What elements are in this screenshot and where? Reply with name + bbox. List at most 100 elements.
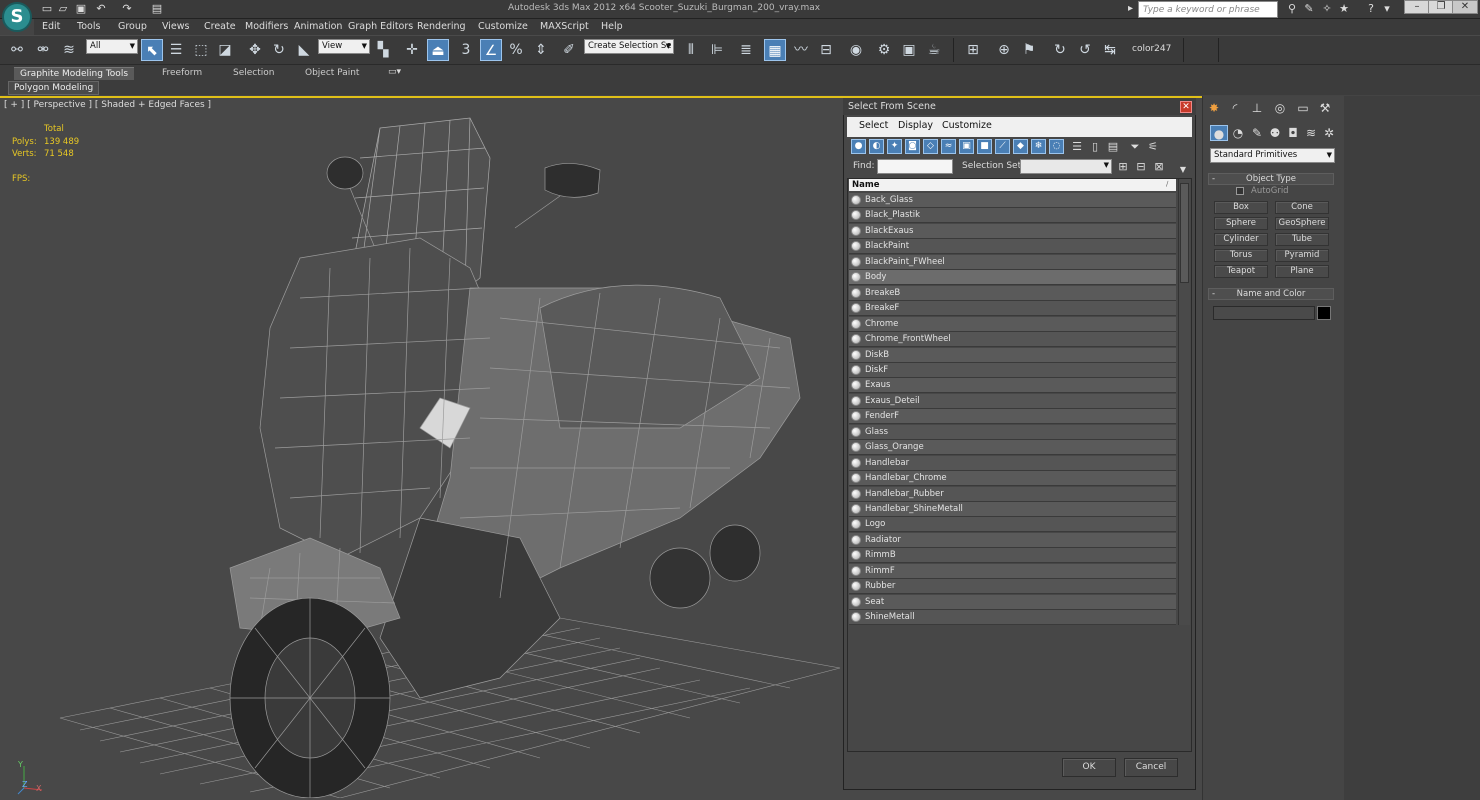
list-item[interactable]: BlackExaus	[849, 223, 1176, 239]
snaps-toggle-icon[interactable]: 3	[455, 39, 477, 61]
modify-panel-icon[interactable]: ◜	[1226, 100, 1244, 116]
shapes-category-icon[interactable]: ◔	[1229, 125, 1247, 141]
script-tool-5-icon[interactable]: ↺	[1074, 39, 1096, 61]
list-item[interactable]: Exaus	[849, 378, 1176, 394]
selection-set-edit-icon[interactable]: ⊟	[1134, 159, 1148, 174]
cylinder-button[interactable]: Cylinder	[1214, 233, 1268, 246]
list-item[interactable]: Glass	[849, 424, 1176, 440]
filter-cameras-icon[interactable]: ◙	[905, 139, 920, 154]
favorites-icon[interactable]: ✧	[1320, 2, 1334, 16]
tab-graphite-modeling-tools[interactable]: Graphite Modeling Tools	[14, 67, 135, 80]
cameras-category-icon[interactable]: ⚉	[1266, 125, 1284, 141]
bind-space-warp-icon[interactable]: ≋	[58, 39, 80, 61]
create-panel-icon[interactable]: ✸	[1205, 100, 1223, 116]
list-item[interactable]: Rubber	[849, 579, 1176, 595]
torus-button[interactable]: Torus	[1214, 249, 1268, 262]
list-item[interactable]: RimmF	[849, 563, 1176, 579]
filter-helpers-icon[interactable]: ◇	[923, 139, 938, 154]
filter-hidden-icon[interactable]: ◌	[1049, 139, 1064, 154]
menu-edit[interactable]: Edit	[42, 21, 60, 32]
tube-button[interactable]: Tube	[1275, 233, 1329, 246]
script-tool-6-icon[interactable]: ↹	[1099, 39, 1121, 61]
helpers-category-icon[interactable]: ◘	[1284, 125, 1302, 141]
select-object-icon[interactable]: ⬉	[141, 39, 163, 61]
reference-coordinate-dropdown[interactable]: View ▼	[318, 39, 370, 54]
layer-manager-icon[interactable]: ≣	[735, 39, 757, 61]
list-item[interactable]: FenderF	[849, 409, 1176, 425]
menu-group[interactable]: Group	[118, 21, 147, 32]
rendered-frame-window-icon[interactable]: ▣	[898, 39, 920, 61]
script-tool-4-icon[interactable]: ↻	[1049, 39, 1071, 61]
list-item[interactable]: Glass_Orange	[849, 440, 1176, 456]
display-invert-icon[interactable]: ▤	[1106, 139, 1120, 154]
utilities-panel-icon[interactable]: ⚒	[1316, 100, 1334, 116]
list-item[interactable]: Body	[849, 270, 1176, 286]
object-name-input[interactable]	[1213, 306, 1315, 320]
list-item[interactable]: BlackPaint	[849, 239, 1176, 255]
unlink-icon[interactable]: ⚮	[32, 39, 54, 61]
tab-freeform[interactable]: Freeform	[162, 68, 202, 78]
named-selection-dropdown[interactable]: Create Selection Se ▼	[584, 39, 674, 54]
communication-center-icon[interactable]: ✎	[1302, 2, 1316, 16]
dialog-expand-icon[interactable]: ▼	[1176, 162, 1190, 177]
list-item[interactable]: Exaus_Deteil	[849, 393, 1176, 409]
list-item[interactable]: Back_Glass	[849, 193, 1176, 208]
filter-shapes-icon[interactable]: ◐	[869, 139, 884, 154]
menu-animation[interactable]: Animation	[294, 21, 342, 32]
curve-editor-icon[interactable]: 〰	[790, 39, 812, 61]
ok-button[interactable]: OK	[1062, 758, 1116, 777]
box-button[interactable]: Box	[1214, 201, 1268, 214]
display-none-icon[interactable]: ▯	[1088, 139, 1102, 154]
ribbon-options-icon[interactable]: ▭▾	[388, 67, 401, 77]
primitive-category-dropdown[interactable]: Standard Primitives ▼	[1210, 148, 1335, 163]
menu-rendering[interactable]: Rendering	[417, 21, 466, 32]
rectangular-selection-icon[interactable]: ⬚	[190, 39, 212, 61]
hierarchy-panel-icon[interactable]: ⊥	[1248, 100, 1266, 116]
render-teapot-icon[interactable]: ☕	[923, 39, 945, 61]
scale-icon[interactable]: ◣	[293, 39, 315, 61]
geosphere-button[interactable]: GeoSphere	[1275, 217, 1329, 230]
pivot-center-icon[interactable]: ▚	[372, 39, 394, 61]
filter-spacewarps-icon[interactable]: ≈	[941, 139, 956, 154]
plane-button[interactable]: Plane	[1275, 265, 1329, 278]
undo-icon[interactable]: ↶	[94, 2, 108, 15]
list-item[interactable]: Handlebar_ShineMetall	[849, 502, 1176, 517]
pyramid-button[interactable]: Pyramid	[1275, 249, 1329, 262]
open-file-icon[interactable]: ▱	[56, 2, 70, 15]
filter-geometry-icon[interactable]: ●	[851, 139, 866, 154]
mirror-icon[interactable]: ⫴	[680, 39, 702, 61]
filter-frozen-icon[interactable]: ❄	[1031, 139, 1046, 154]
viewport-label[interactable]: [ + ] [ Perspective ] [ Shaded + Edged F…	[4, 100, 211, 110]
filter-groups-icon[interactable]: ▣	[959, 139, 974, 154]
object-color-swatch[interactable]	[1317, 306, 1331, 320]
list-item[interactable]: Black_Plastik	[849, 208, 1176, 224]
list-item[interactable]: Logo	[849, 517, 1176, 533]
list-item[interactable]: BreakeB	[849, 285, 1176, 301]
help-dropdown-icon[interactable]: ▾	[1380, 2, 1394, 16]
display-all-icon[interactable]: ☰	[1070, 139, 1084, 154]
select-by-name-icon[interactable]: ☰	[165, 39, 187, 61]
menu-maxscript[interactable]: MAXScript	[540, 21, 589, 32]
spacewarps-category-icon[interactable]: ≋	[1302, 125, 1320, 141]
cone-button[interactable]: Cone	[1275, 201, 1329, 214]
list-item[interactable]: Seat	[849, 594, 1176, 610]
tab-object-paint[interactable]: Object Paint	[305, 68, 359, 78]
dialog-menu-select[interactable]: Select	[859, 120, 888, 131]
selection-set-remove-icon[interactable]: ⊠	[1152, 159, 1166, 174]
material-editor-icon[interactable]: ◉	[845, 39, 867, 61]
rotate-icon[interactable]: ↻	[268, 39, 290, 61]
edit-named-selection-icon[interactable]: ✐	[558, 39, 580, 61]
list-item[interactable]: RimmB	[849, 548, 1176, 564]
menu-help[interactable]: Help	[601, 21, 623, 32]
filter-xrefs-icon[interactable]: ■	[977, 139, 992, 154]
script-tool-3-icon[interactable]: ⚑	[1018, 39, 1040, 61]
object-type-rollout-header[interactable]: - Object Type	[1208, 173, 1334, 185]
menu-graph-editors[interactable]: Graph Editors	[348, 21, 413, 32]
filter-funnel-icon[interactable]: ⏷	[1128, 139, 1142, 154]
list-item[interactable]: BlackPaint_FWheel	[849, 254, 1176, 270]
list-scrollbar[interactable]	[1178, 179, 1190, 625]
star-icon[interactable]: ★	[1337, 2, 1351, 16]
tab-selection[interactable]: Selection	[233, 68, 274, 78]
scooter-wireframe-model[interactable]	[0, 98, 845, 798]
list-item[interactable]: Handlebar_Rubber	[849, 486, 1176, 502]
